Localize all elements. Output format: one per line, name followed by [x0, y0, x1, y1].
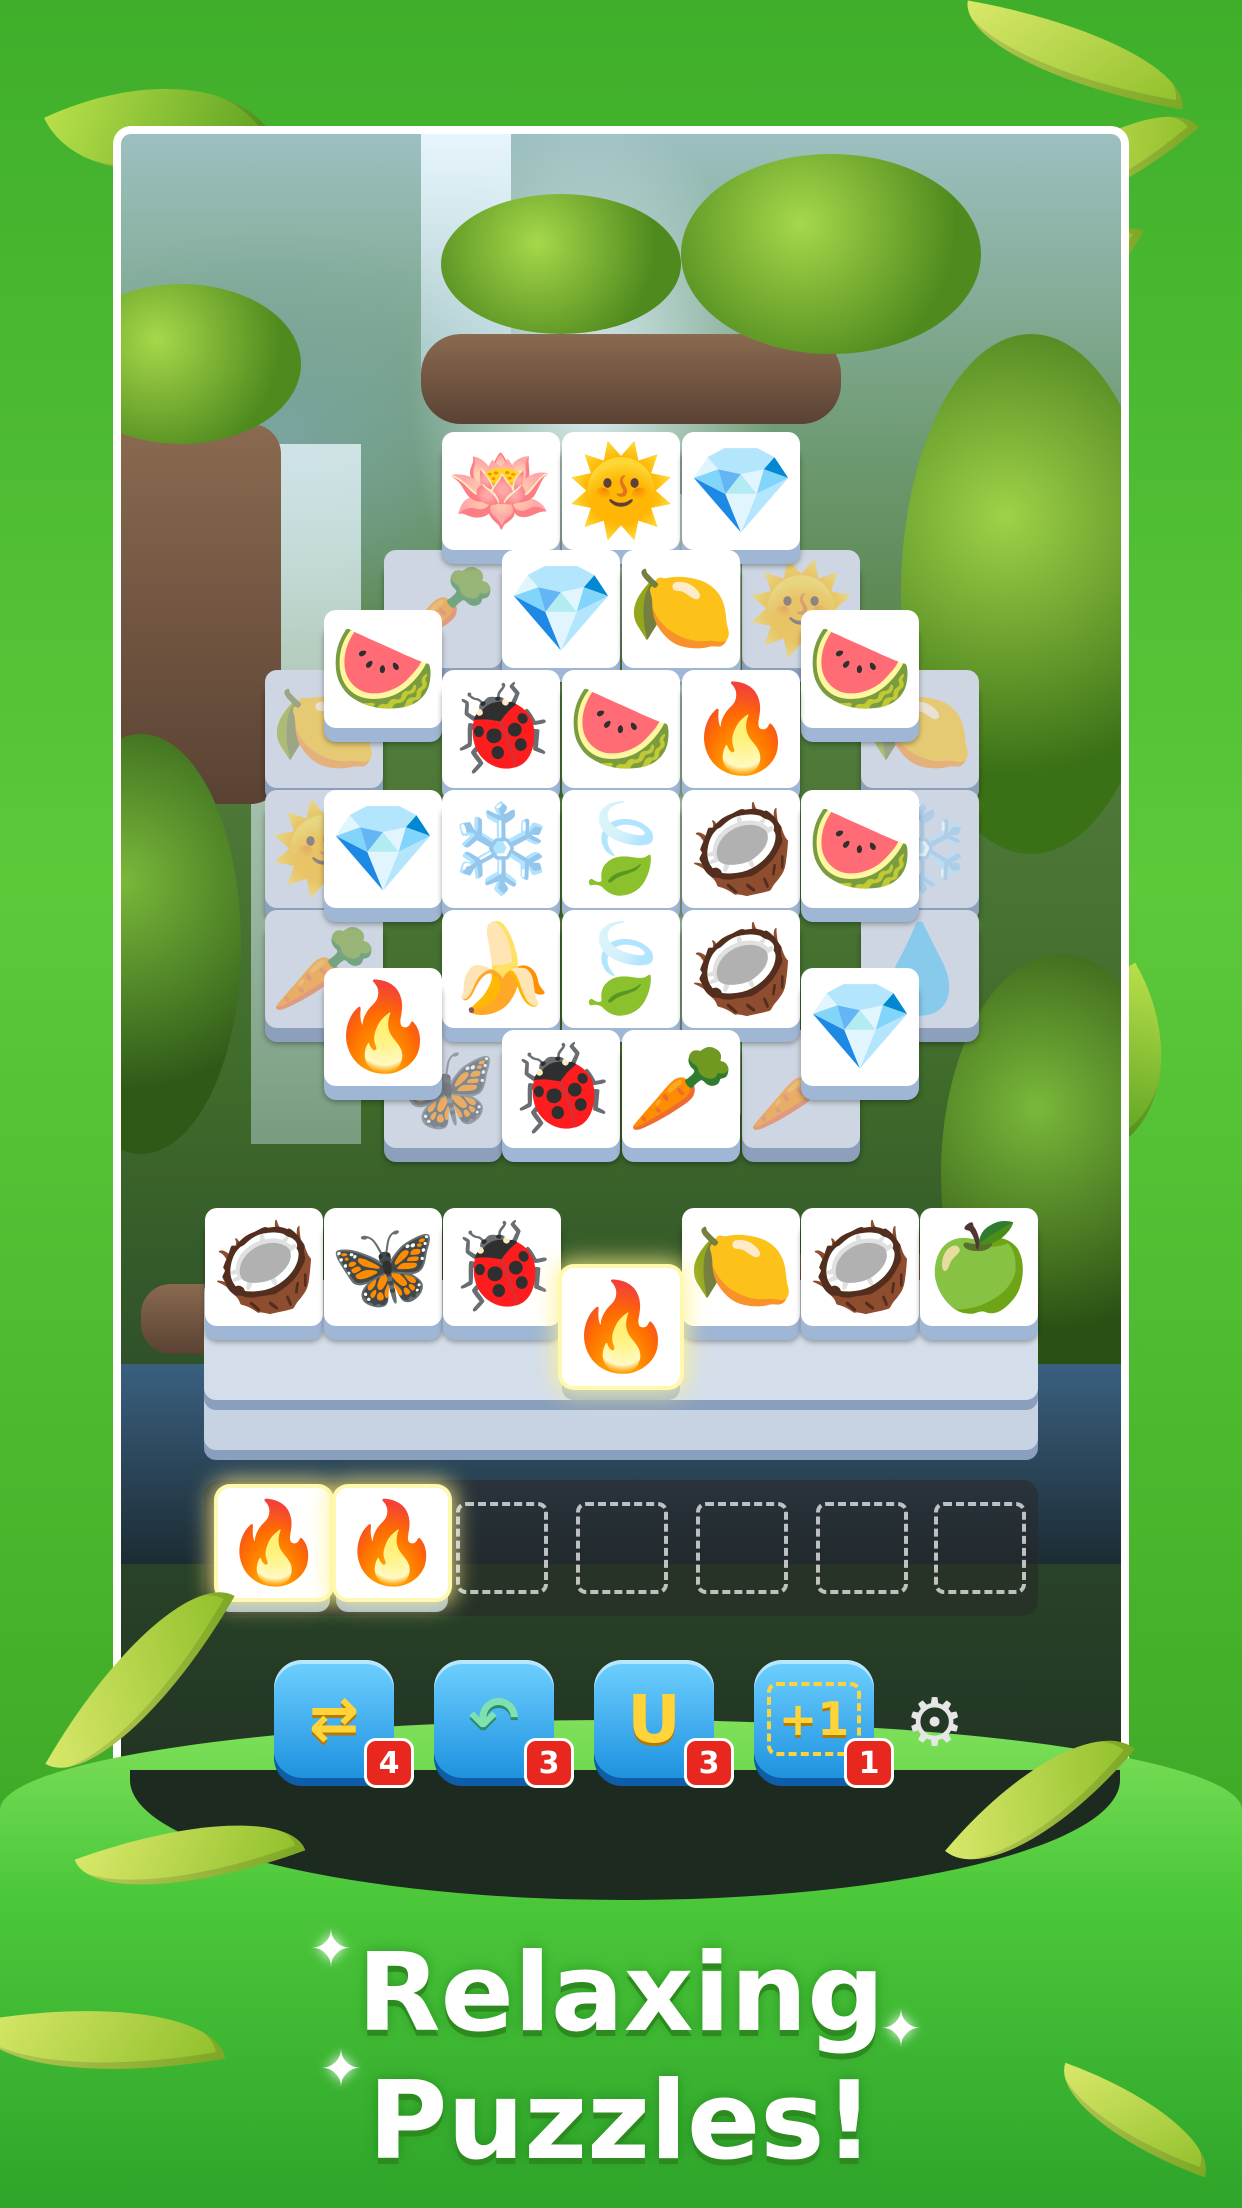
shuffle-count-badge: 4 [364, 1738, 414, 1788]
tile-diamond[interactable]: 💎 [324, 790, 442, 908]
tile-apple[interactable]: 🍏 [920, 1208, 1038, 1326]
tile-lemon[interactable]: 🍋 [622, 550, 740, 668]
undo-count-badge: 3 [524, 1738, 574, 1788]
tile-coconut[interactable]: 🥥 [205, 1208, 323, 1326]
tray-slot-empty [816, 1502, 908, 1594]
tile-leaf[interactable]: 🍃 [562, 790, 680, 908]
tile-carrot[interactable]: 🥕 [622, 1030, 740, 1148]
tray-slot-empty [576, 1502, 668, 1594]
tile-ladybug[interactable]: 🐞 [442, 670, 560, 788]
magnet-count-badge: 3 [684, 1738, 734, 1788]
tile-ladybug[interactable]: 🐞 [502, 1030, 620, 1148]
undo-icon: ↶ [468, 1684, 520, 1754]
tray-slot-empty [696, 1502, 788, 1594]
tile-snowflake[interactable]: ❄️ [442, 790, 560, 908]
leaf-decoration-top-right [955, 0, 1195, 110]
tile-coconut[interactable]: 🥥 [682, 790, 800, 908]
gear-icon[interactable]: ⚙ [905, 1690, 964, 1756]
tile-fire[interactable]: 🔥 [682, 670, 800, 788]
headline-line-1: Relaxing [357, 1931, 885, 2056]
tile-lotus[interactable]: 🪷 [442, 432, 560, 550]
tile-coconut[interactable]: 🥥 [801, 1208, 919, 1326]
tile-fire[interactable]: 🔥 [324, 968, 442, 1086]
tile-watermelon[interactable]: 🍉 [801, 790, 919, 908]
tile-watermelon[interactable]: 🍉 [801, 610, 919, 728]
tile-butterfly[interactable]: 🦋 [324, 1208, 442, 1326]
tile-sun[interactable]: 🌞 [562, 432, 680, 550]
tray-tile-fire: 🔥 [218, 1488, 330, 1598]
tile-ladybug[interactable]: 🐞 [443, 1208, 561, 1326]
tray-tile-fire: 🔥 [336, 1488, 448, 1598]
tile-diamond[interactable]: 💎 [502, 550, 620, 668]
tile-lemon[interactable]: 🍋 [682, 1208, 800, 1326]
shuffle-icon: ⇄ [308, 1684, 360, 1754]
tile-banana[interactable]: 🍌 [442, 910, 560, 1028]
tray-slot-empty [934, 1502, 1026, 1594]
tile-watermelon[interactable]: 🍉 [324, 610, 442, 728]
magnet-icon: U [627, 1680, 681, 1758]
tile-watermelon[interactable]: 🍉 [562, 670, 680, 788]
headline-line-2: Puzzles! [368, 2059, 874, 2184]
tile-diamond[interactable]: 💎 [801, 968, 919, 1086]
tile-diamond[interactable]: 💎 [682, 432, 800, 550]
tray-slot-empty [456, 1502, 548, 1594]
tile-coconut[interactable]: 🥥 [682, 910, 800, 1028]
extra-slot-count-badge: 1 [844, 1738, 894, 1788]
tile-fire-selected[interactable]: 🔥 [562, 1268, 680, 1386]
tile-leaf[interactable]: 🍃 [562, 910, 680, 1028]
